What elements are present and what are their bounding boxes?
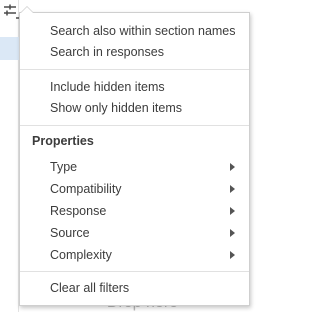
menu-item-include-hidden[interactable]: Include hidden items: [50, 77, 239, 97]
menu-item-label: Search in responses: [50, 45, 164, 59]
menu-item-search-section-names[interactable]: Search also within section names: [50, 21, 239, 41]
menu-item-response[interactable]: Response: [50, 201, 239, 221]
selected-row[interactable]: [0, 37, 19, 60]
menu-item-label: Compatibility: [50, 182, 122, 196]
filter-menu: Search also within section names Search …: [19, 6, 250, 306]
menu-item-search-responses[interactable]: Search in responses: [50, 42, 239, 62]
menu-item-label: Search also within section names: [50, 24, 236, 38]
menu-pointer: [20, 6, 34, 13]
left-panel: [0, 0, 19, 312]
clear-all-filters-button[interactable]: Clear all filters: [50, 278, 239, 298]
submenu-arrow-icon: [230, 229, 235, 237]
menu-item-source[interactable]: Source: [50, 223, 239, 243]
menu-item-label: Clear all filters: [50, 281, 130, 295]
menu-item-label: Complexity: [50, 248, 112, 262]
menu-item-label: Response: [50, 204, 107, 218]
submenu-arrow-icon: [230, 163, 235, 171]
properties-heading: Properties: [32, 134, 94, 148]
menu-divider: [20, 69, 249, 70]
menu-item-label: Type: [50, 160, 78, 174]
submenu-arrow-icon: [230, 207, 235, 215]
menu-item-label: Show only hidden items: [50, 101, 183, 115]
menu-item-complexity[interactable]: Complexity: [50, 245, 239, 265]
menu-item-compatibility[interactable]: Compatibility: [50, 179, 239, 199]
menu-item-type[interactable]: Type: [50, 157, 239, 177]
menu-item-label: Include hidden items: [50, 80, 165, 94]
submenu-arrow-icon: [230, 185, 235, 193]
menu-divider: [20, 271, 249, 272]
menu-item-only-hidden[interactable]: Show only hidden items: [50, 98, 239, 118]
menu-divider: [20, 125, 249, 126]
submenu-arrow-icon: [230, 251, 235, 259]
menu-item-label: Source: [50, 226, 90, 240]
